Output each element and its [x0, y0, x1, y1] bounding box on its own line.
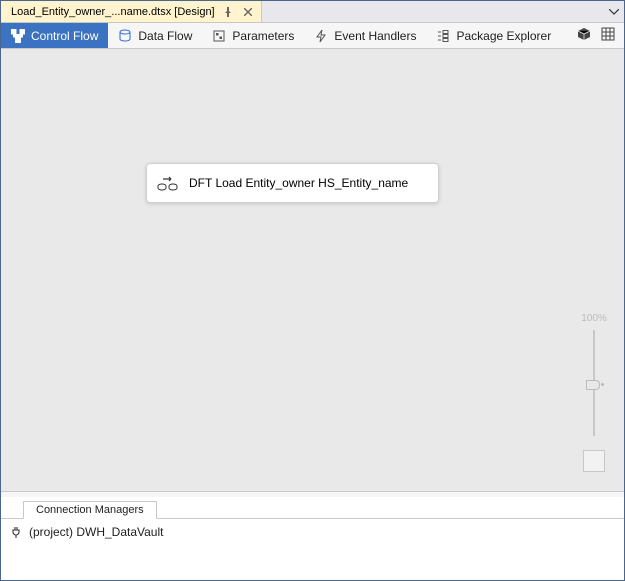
zoom-control: 100% — [578, 313, 610, 472]
pin-icon[interactable] — [221, 5, 235, 19]
data-flow-task-node[interactable]: DFT Load Entity_owner HS_Entity_name — [146, 163, 439, 203]
task-label: DFT Load Entity_owner HS_Entity_name — [189, 176, 408, 190]
connection-managers-tabbar: Connection Managers — [1, 497, 624, 519]
document-tab-strip: Load_Entity_owner_...name.dtsx [Design] — [1, 1, 624, 23]
tab-label: Event Handlers — [334, 29, 416, 43]
connection-managers-tab[interactable]: Connection Managers — [23, 501, 157, 519]
tab-overflow-chevron-icon[interactable] — [604, 1, 624, 22]
designer-tab-toolbar: Control Flow Data Flow Parameters Event … — [1, 23, 624, 49]
connection-managers-panel: Connection Managers (project) DWH_DataVa… — [1, 497, 624, 580]
file-tab[interactable]: Load_Entity_owner_...name.dtsx [Design] — [1, 1, 262, 22]
grid-icon — [601, 27, 615, 44]
package-explorer-icon — [436, 29, 450, 43]
tab-event-handlers[interactable]: Event Handlers — [304, 23, 426, 48]
tab-label: Data Flow — [138, 29, 192, 43]
zoom-label: 100% — [581, 313, 607, 324]
event-handlers-icon — [314, 29, 328, 43]
zoom-fit-button[interactable] — [583, 450, 605, 472]
cube-icon — [577, 27, 591, 44]
tab-parameters[interactable]: Parameters — [202, 23, 304, 48]
connection-managers-body: (project) DWH_DataVault — [1, 519, 624, 580]
zoom-slider-thumb[interactable] — [586, 380, 600, 390]
tab-control-flow[interactable]: Control Flow — [1, 23, 108, 48]
tab-label: Control Flow — [31, 29, 98, 43]
file-tab-title: Load_Entity_owner_...name.dtsx [Design] — [11, 6, 215, 18]
design-canvas[interactable]: DFT Load Entity_owner HS_Entity_name 100… — [1, 49, 624, 491]
connection-manager-item[interactable]: (project) DWH_DataVault — [9, 523, 616, 541]
tab-label: Parameters — [232, 29, 294, 43]
parameters-icon — [212, 29, 226, 43]
data-flow-task-icon — [157, 174, 179, 192]
tab-data-flow[interactable]: Data Flow — [108, 23, 202, 48]
zoom-slider[interactable] — [593, 330, 595, 436]
tab-label: Connection Managers — [36, 504, 144, 516]
data-flow-icon — [118, 29, 132, 43]
grid-button[interactable] — [596, 23, 620, 48]
control-flow-icon — [11, 29, 25, 43]
connection-icon — [9, 525, 23, 539]
tab-package-explorer[interactable]: Package Explorer — [426, 23, 561, 48]
connection-item-label: (project) DWH_DataVault — [29, 525, 163, 539]
close-icon[interactable] — [241, 5, 255, 19]
tab-label: Package Explorer — [456, 29, 551, 43]
cube-button[interactable] — [572, 23, 596, 48]
